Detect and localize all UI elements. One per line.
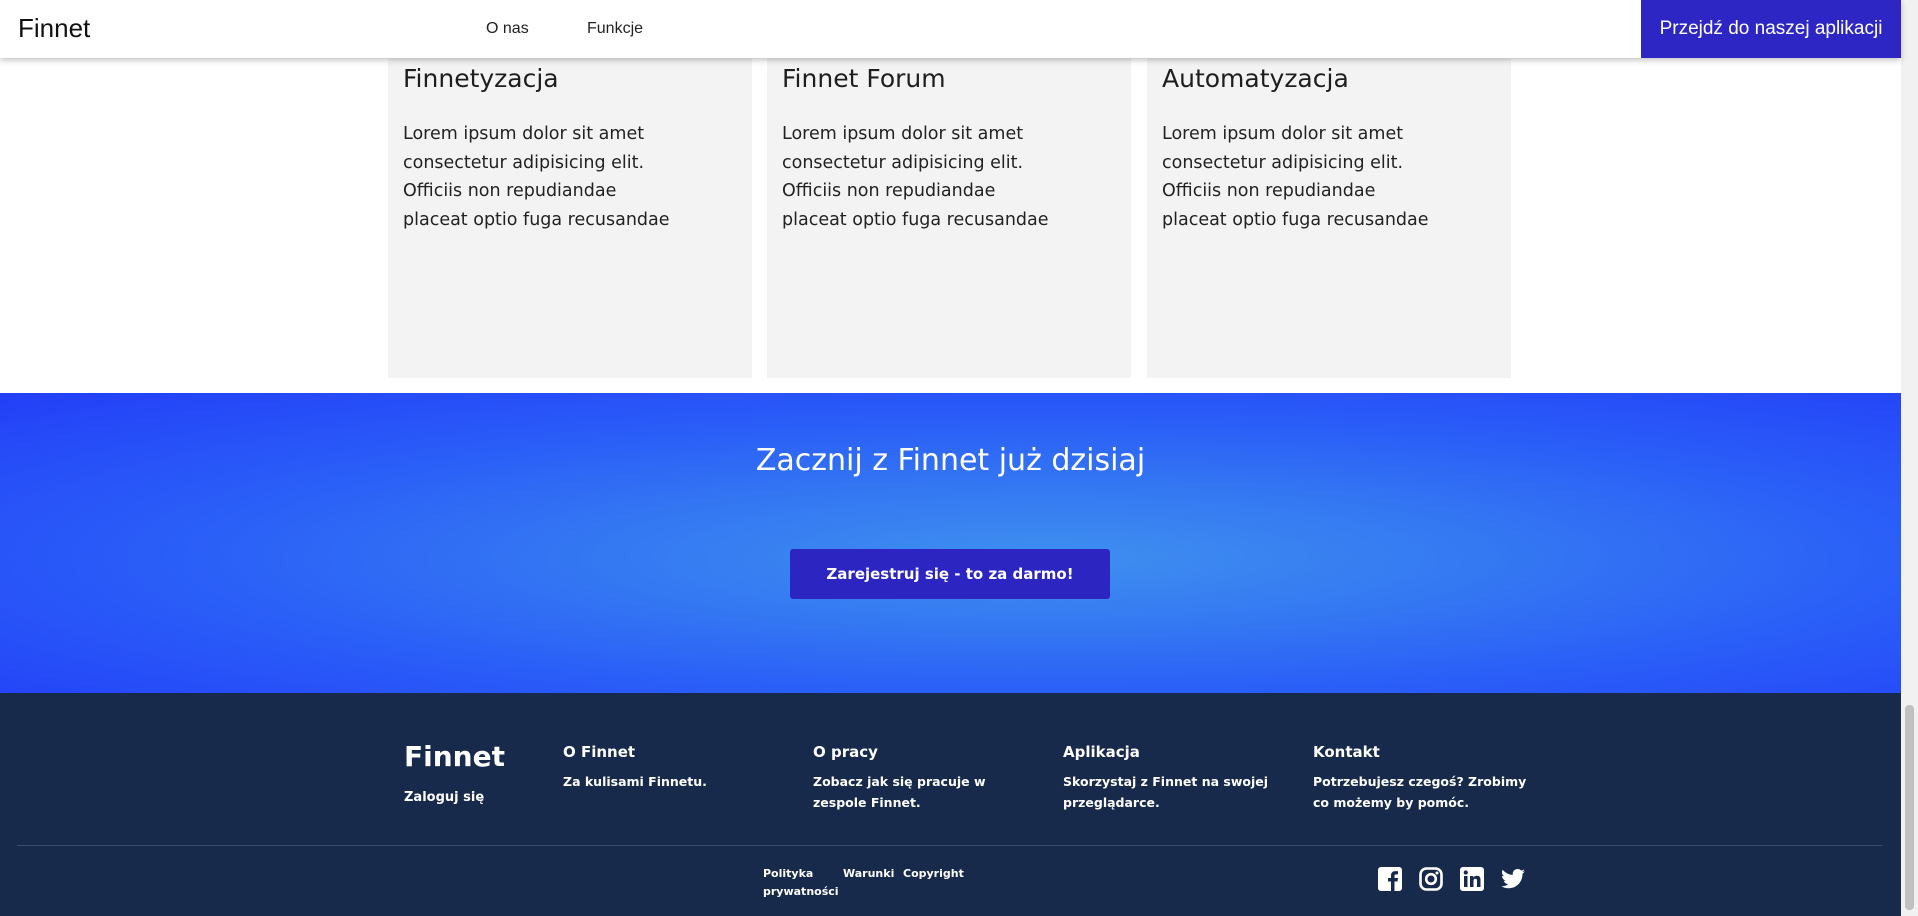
linkedin-icon[interactable] (1459, 866, 1485, 892)
footer-column-contact: Kontakt Potrzebujesz czegoś? Zrobimy co … (1313, 743, 1543, 813)
footer-column-about: O Finnet Za kulisami Finnetu. (563, 743, 793, 792)
page-scrollbar[interactable] (1901, 0, 1918, 916)
facebook-icon[interactable] (1377, 866, 1403, 892)
card-title: Finnetyzacja (403, 64, 559, 93)
site-footer: Finnet Zaloguj się O Finnet Za kulisami … (0, 693, 1901, 916)
card-text: Lorem ipsum dolor sit amet consectetur a… (782, 124, 1049, 230)
cta-heading: Zacznij z Finnet już dzisiaj (755, 443, 1146, 478)
terms-link[interactable]: Warunki (843, 865, 894, 883)
brand-logo[interactable]: Finnet (18, 13, 90, 44)
scrollbar-thumb[interactable] (1905, 705, 1914, 910)
copyright-link[interactable]: Copyright (903, 865, 964, 883)
card-text: Lorem ipsum dolor sit amet consectetur a… (403, 124, 670, 230)
footer-divider (17, 845, 1883, 846)
card-title: Finnet Forum (782, 64, 946, 93)
privacy-policy-link[interactable]: Polityka prywatności (763, 865, 839, 901)
signup-cta-section: Zacznij z Finnet już dzisiaj Zarejestruj… (0, 393, 1901, 693)
footer-column-text: Skorzystaj z Finnet na swojej przeglądar… (1063, 774, 1269, 810)
nav-link-features[interactable]: Funkcje (587, 20, 643, 38)
footer-column-work: O pracy Zobacz jak się pracuje w zespole… (813, 743, 1043, 813)
footer-column-text: Zobacz jak się pracuje w zespole Finnet. (813, 774, 986, 810)
footer-column-text: Za kulisami Finnetu. (563, 774, 707, 789)
footer-column-title[interactable]: O Finnet (563, 743, 793, 761)
footer-column-app: Aplikacja Skorzystaj z Finnet na swojej … (1063, 743, 1293, 813)
footer-column-title[interactable]: Aplikacja (1063, 743, 1293, 761)
footer-login-link[interactable]: Zaloguj się (404, 790, 484, 805)
card-title: Automatyzacja (1162, 64, 1349, 93)
twitter-icon[interactable] (1500, 866, 1526, 892)
footer-column-title[interactable]: O pracy (813, 743, 1043, 761)
footer-brand: Finnet (404, 740, 505, 773)
card-text: Lorem ipsum dolor sit amet consectetur a… (1162, 124, 1429, 230)
register-button[interactable]: Zarejestruj się - to za darmo! (790, 549, 1110, 599)
footer-column-text: Potrzebujesz czegoś? Zrobimy co możemy b… (1313, 774, 1527, 810)
nav-link-about[interactable]: O nas (486, 20, 529, 38)
top-navbar: Finnet O nas Funkcje Przejdź do naszej a… (0, 0, 1901, 58)
footer-column-title[interactable]: Kontakt (1313, 743, 1543, 761)
go-to-app-button[interactable]: Przejdź do naszej aplikacji (1641, 0, 1901, 58)
instagram-icon[interactable] (1418, 866, 1444, 892)
